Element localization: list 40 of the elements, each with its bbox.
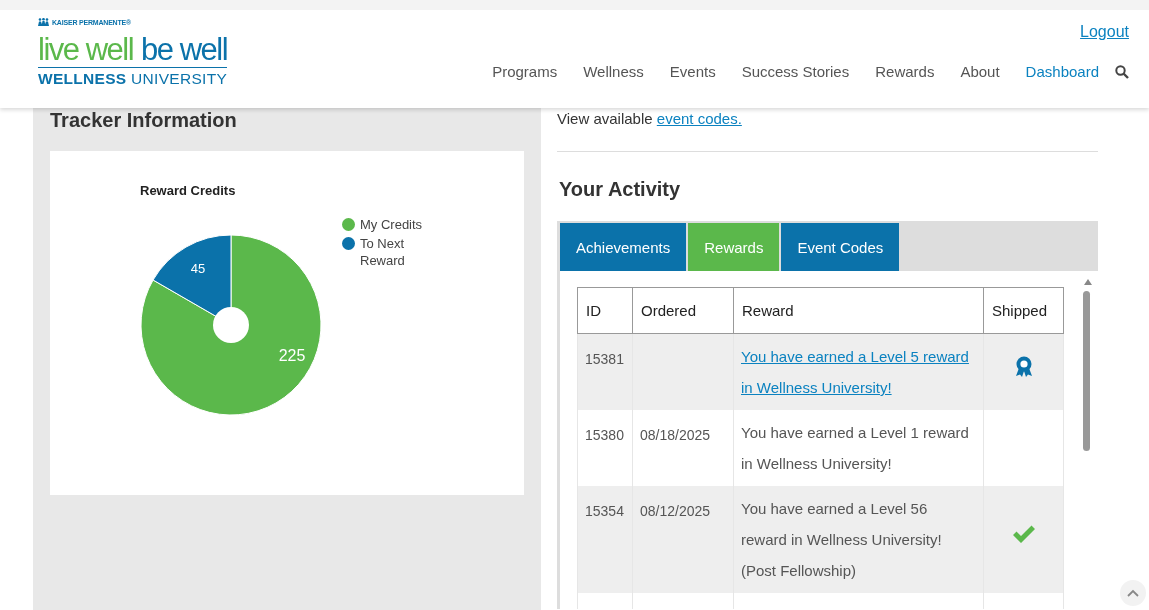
table-cell: 15381 (585, 351, 624, 367)
scroll-to-top-button[interactable] (1120, 580, 1146, 606)
nav-link[interactable]: About (947, 63, 1013, 80)
nav-link[interactable]: Programs (479, 63, 571, 80)
column-header: Ordered (632, 287, 734, 334)
tab[interactable]: Event Codes (781, 223, 900, 271)
logo-subtitle: WELLNESS UNIVERSITY (38, 70, 228, 88)
chart-title: Reward Credits (140, 183, 236, 198)
scrollbar-thumb[interactable] (1083, 291, 1090, 451)
slice-label: 225 (278, 346, 306, 364)
table-cell-text: You have earned a Level 56 reward in Wellness University! (Post Fellowship) (741, 499, 943, 581)
column-header: ID (577, 287, 633, 334)
slice-label: 45 (190, 261, 206, 277)
intro-text: View available event codes. (557, 110, 742, 127)
chevron-up-icon (1127, 589, 1139, 597)
legend-label: My Credits (360, 216, 424, 233)
nav-link[interactable]: Events (656, 63, 729, 80)
event-codes-link[interactable]: event codes. (656, 110, 742, 127)
legend-label: To Next Reward (360, 235, 406, 269)
nav-link[interactable]: Dashboard (1012, 63, 1112, 80)
scroll-up-arrow-icon[interactable] (1084, 279, 1092, 285)
nav-link[interactable]: Rewards (862, 63, 948, 80)
tab[interactable]: Achievements (560, 223, 687, 271)
nav-link[interactable]: Success Stories (728, 63, 863, 80)
table-cell: 15380 (585, 427, 624, 443)
column-header: Shipped (983, 287, 1064, 334)
section-title: Tracker Information (50, 108, 238, 133)
search-icon[interactable] (1115, 64, 1129, 79)
check-icon (1011, 525, 1036, 544)
nav-link[interactable]: Wellness (570, 63, 657, 80)
column-header: Reward (733, 287, 984, 334)
people-icon (38, 18, 49, 26)
table-cell: 08/12/2025 (640, 503, 711, 519)
table-cell: 15354 (585, 503, 624, 519)
logo-text: be well (141, 34, 228, 66)
ribbon-icon (1014, 355, 1033, 378)
logout-link[interactable]: Logout (1080, 23, 1129, 41)
logo-text: live well (38, 34, 134, 66)
table-cell: 08/18/2025 (640, 427, 711, 443)
table-cell-text: You have earned a Level 1 reward in Wellness University! (741, 423, 970, 474)
